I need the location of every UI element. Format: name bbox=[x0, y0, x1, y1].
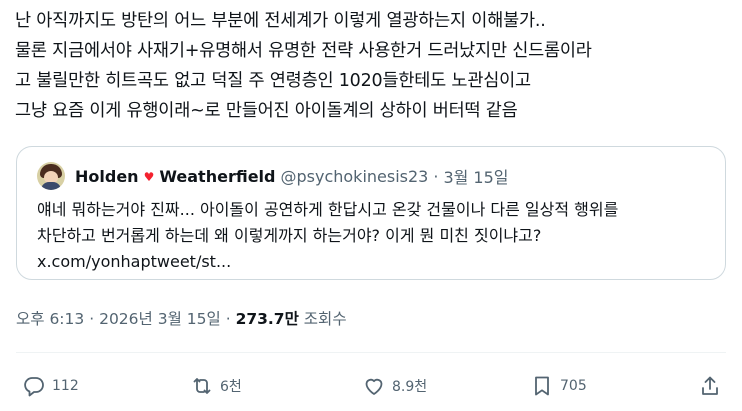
views-count: 273.7만 bbox=[235, 310, 299, 328]
tweet-date[interactable]: 2026년 3월 15일 bbox=[99, 310, 221, 328]
quoted-author-handle[interactable]: @psychokinesis23 bbox=[280, 167, 428, 186]
action-bar: 112 6천 8.9천 705 bbox=[0, 366, 742, 406]
tweet-text-line: 고 불릴만한 히트곡도 없고 덕질 주 연령층인 1020들한테도 노관심이고 bbox=[15, 71, 531, 91]
quoted-text-link[interactable]: x.com/yonhaptweet/st... bbox=[37, 249, 717, 275]
bookmark-button[interactable]: 705 bbox=[530, 366, 587, 406]
reply-icon bbox=[24, 377, 44, 397]
like-count: 8.9천 bbox=[392, 379, 428, 395]
quoted-tweet-card[interactable]: Holden ♥ Weatherfield @psychokinesis23 ·… bbox=[16, 146, 726, 280]
tweet-metadata: 오후 6:13 · 2026년 3월 15일 · 273.7만 조회수 bbox=[16, 307, 347, 329]
bookmark-icon bbox=[535, 376, 549, 396]
quoted-text-line: 차단하고 번거롭게 하는데 왜 이렇게까지 하는거야? 이게 뭔 미친 짓이냐고… bbox=[37, 226, 542, 245]
tweet-text: 난 아직까지도 방탄의 어느 부분에 전세계가 이렇게 열광하는지 이해불가..… bbox=[15, 6, 735, 126]
quoted-text-line: 얘네 뭐하는거야 진짜... 아이돌이 공연하게 한답시고 온갖 건물이나 다른… bbox=[37, 200, 619, 219]
tweet-text-line: 물론 지금에서야 사재기+유명해서 유명한 전략 사용한거 드러났지만 신드롬이… bbox=[15, 41, 592, 61]
quoted-tweet-header: Holden ♥ Weatherfield @psychokinesis23 ·… bbox=[37, 161, 509, 191]
views-label: 조회수 bbox=[303, 310, 347, 328]
repost-icon bbox=[193, 378, 211, 394]
reply-count: 112 bbox=[52, 378, 79, 394]
avatar[interactable] bbox=[37, 162, 65, 190]
separator-dot: · bbox=[89, 310, 95, 328]
tweet-text-line: 난 아직까지도 방탄의 어느 부분에 전세계가 이렇게 열광하는지 이해불가.. bbox=[15, 11, 546, 31]
bookmark-count: 705 bbox=[560, 378, 587, 394]
like-button[interactable]: 8.9천 bbox=[362, 366, 427, 406]
heart-emoji-icon: ♥ bbox=[143, 170, 155, 184]
share-button[interactable] bbox=[698, 366, 728, 406]
tweet-time[interactable]: 오후 6:13 bbox=[16, 310, 84, 328]
divider bbox=[16, 352, 726, 353]
share-icon bbox=[702, 376, 718, 395]
tweet-text-line: 그냥 요즘 이게 유행이래~로 만들어진 아이돌계의 상하이 버터떡 같음 bbox=[15, 101, 518, 121]
separator-dot: · bbox=[433, 166, 439, 186]
reply-button[interactable]: 112 bbox=[22, 366, 79, 406]
quoted-tweet-text: 얘네 뭐하는거야 진짜... 아이돌이 공연하게 한답시고 온갖 건물이나 다른… bbox=[37, 197, 717, 275]
repost-button[interactable]: 6천 bbox=[190, 366, 242, 406]
quoted-tweet-date[interactable]: 3월 15일 bbox=[443, 164, 508, 188]
quoted-author-name-last[interactable]: Weatherfield bbox=[159, 167, 275, 186]
quoted-author-name-first[interactable]: Holden bbox=[75, 167, 139, 186]
repost-count: 6천 bbox=[220, 379, 242, 395]
separator-dot: · bbox=[225, 310, 231, 328]
heart-icon bbox=[365, 378, 383, 395]
